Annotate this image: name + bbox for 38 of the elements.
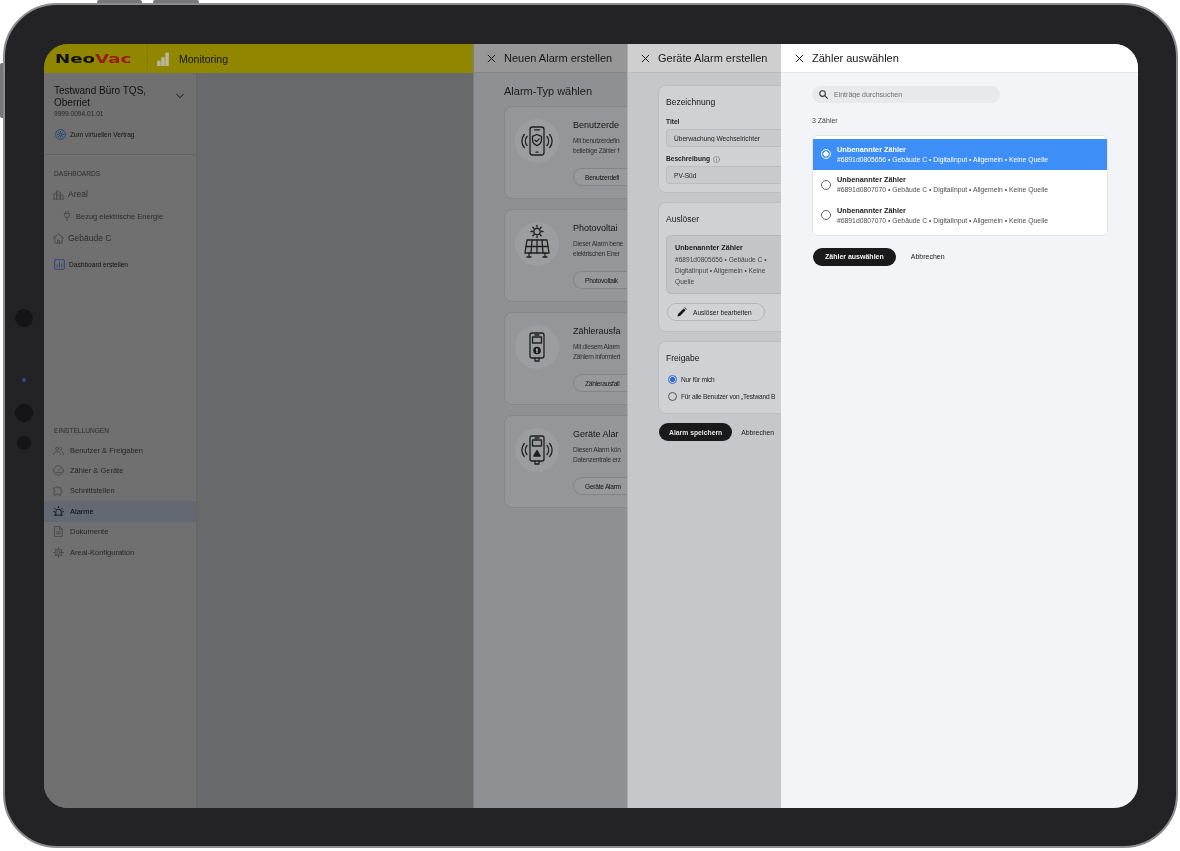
close-icon[interactable] bbox=[641, 53, 650, 63]
bar-chart-icon bbox=[157, 51, 169, 66]
pencil-icon bbox=[677, 307, 687, 317]
close-icon[interactable] bbox=[487, 53, 496, 63]
users-icon bbox=[53, 444, 64, 456]
section-heading: Alarm-Typ wählen bbox=[504, 85, 594, 98]
search-icon bbox=[819, 90, 828, 99]
brand-logo: NeoVac bbox=[55, 51, 132, 66]
form-section-title: Bezeichnung bbox=[666, 97, 717, 108]
alarm-type-title: Geräte Alar bbox=[573, 429, 620, 440]
gear-circle-icon bbox=[55, 129, 66, 140]
indicator-light-icon bbox=[22, 378, 26, 382]
meter-alert-icon bbox=[515, 325, 559, 369]
chevron-down-icon[interactable] bbox=[176, 92, 184, 100]
radio-button[interactable] bbox=[668, 375, 677, 384]
module-title: Monitoring bbox=[179, 52, 229, 65]
panel-title: Geräte Alarm erstellen bbox=[658, 52, 768, 64]
meter-warning-icon bbox=[515, 428, 559, 472]
alarm-bell-icon bbox=[53, 505, 64, 517]
panel-title: Neuen Alarm erstellen bbox=[504, 52, 613, 64]
puzzle-icon bbox=[53, 485, 64, 497]
phone-shield-icon bbox=[515, 119, 559, 163]
gauge-icon bbox=[53, 465, 64, 477]
house-icon bbox=[53, 232, 64, 244]
buildings-icon bbox=[53, 188, 64, 200]
panel-title: Zähler auswählen bbox=[812, 52, 899, 64]
alarm-type-title: Photovoltai bbox=[573, 223, 619, 234]
site-name: Testwand Büro TQS, Oberriet bbox=[54, 85, 148, 109]
alarm-type-title: Zählerausfa bbox=[573, 326, 622, 337]
plug-icon bbox=[62, 211, 72, 221]
form-section-title: Auslöser bbox=[666, 214, 701, 225]
close-icon[interactable] bbox=[795, 53, 804, 63]
gear-icon bbox=[53, 546, 64, 558]
form-section-title: Freigabe bbox=[666, 353, 701, 364]
alarm-type-title: Benutzerde bbox=[573, 120, 621, 131]
document-icon bbox=[53, 526, 64, 538]
solar-panel-icon bbox=[515, 222, 559, 266]
chart-icon bbox=[54, 259, 65, 270]
